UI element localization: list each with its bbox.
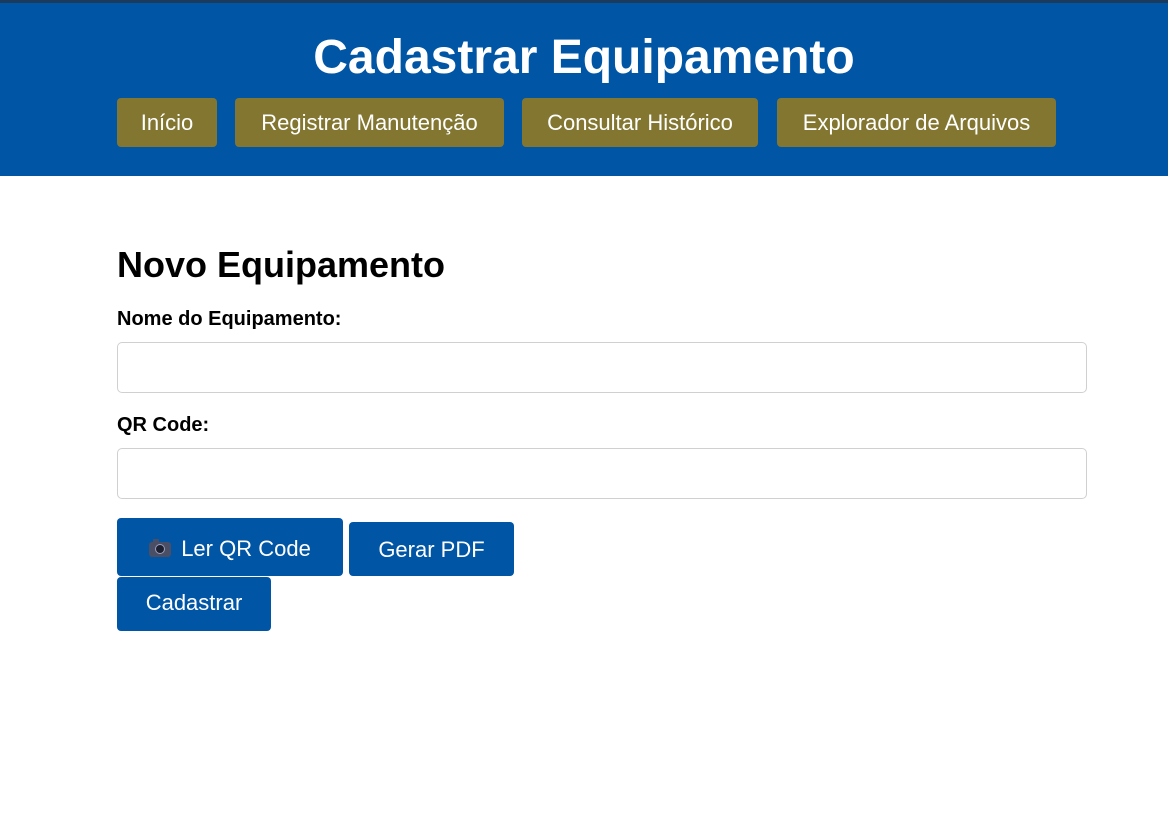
qr-code-input[interactable] (117, 448, 1087, 499)
nav-button-registrar-manutencao[interactable]: Registrar Manutenção (235, 98, 504, 147)
nav-button-explorador-de-arquivos[interactable]: Explorador de Arquivos (777, 98, 1056, 147)
read-qr-code-label: Ler QR Code (181, 536, 311, 561)
submit-button[interactable]: Cadastrar (117, 577, 271, 631)
equipment-name-label: Nome do Equipamento: (117, 308, 342, 330)
qr-code-label: QR Code: (117, 414, 210, 436)
equipment-name-input[interactable] (117, 342, 1087, 393)
nav-button-consultar-historico[interactable]: Consultar Histórico (522, 98, 758, 147)
page-header: Cadastrar Equipamento Início Registrar M… (0, 3, 1168, 176)
read-qr-code-button[interactable]: Ler QR Code (117, 518, 343, 576)
form-heading: Novo Equipamento (117, 244, 446, 285)
camera-icon (149, 539, 172, 557)
page-title: Cadastrar Equipamento (313, 31, 855, 84)
generate-pdf-button[interactable]: Gerar PDF (349, 522, 514, 576)
nav-button-inicio[interactable]: Início (117, 98, 217, 147)
